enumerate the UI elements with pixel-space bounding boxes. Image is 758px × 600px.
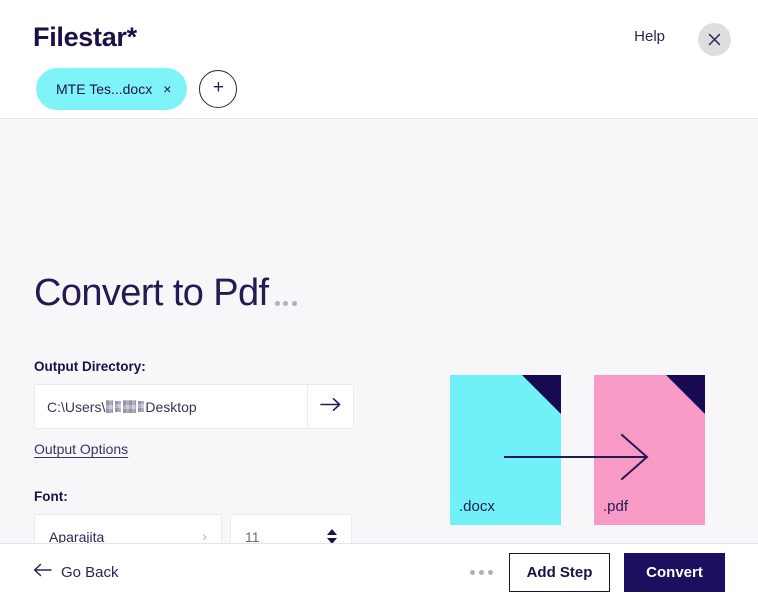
file-tabs-row: MTE Tes...docx × +: [36, 68, 238, 110]
page-title: Convert to Pdf: [34, 272, 269, 314]
file-tab-close-icon[interactable]: ×: [163, 82, 171, 96]
stepper-updown-icon[interactable]: [327, 529, 337, 544]
output-directory-path-prefix: C:\Users\: [47, 398, 106, 415]
conversion-illustration: .docx .pdf: [450, 375, 705, 525]
ellipsis-icon[interactable]: [470, 569, 493, 575]
add-step-button[interactable]: Add Step: [509, 552, 610, 592]
target-file-label: .pdf: [603, 498, 629, 515]
close-icon: [708, 33, 721, 46]
output-directory-path-suffix: Desktop: [145, 398, 197, 415]
stepper-up-arrow[interactable]: [327, 529, 337, 535]
output-options-link[interactable]: Output Options: [34, 441, 128, 457]
folded-corner-icon: [666, 375, 705, 414]
app-brand-logo: Filestar*: [33, 22, 137, 52]
redacted-block: [115, 401, 122, 412]
window-close-button[interactable]: [698, 23, 731, 56]
redacted-block: [138, 401, 145, 412]
file-tab[interactable]: MTE Tes...docx ×: [36, 68, 188, 110]
output-directory-label: Output Directory:: [34, 359, 146, 374]
file-tab-label: MTE Tes...docx: [56, 81, 153, 97]
arrow-left-icon: [33, 563, 52, 581]
footer-actions: Add Step Convert: [470, 552, 725, 592]
app-footer: Go Back Add Step Convert: [0, 543, 758, 600]
go-back-label: Go Back: [61, 563, 119, 581]
output-directory-value[interactable]: C:\Users\ Desktop: [35, 385, 307, 428]
convert-button[interactable]: Convert: [624, 552, 725, 592]
output-directory-field[interactable]: C:\Users\ Desktop: [34, 384, 354, 429]
app-header: Filestar* Help MTE Tes...docx × +: [0, 0, 758, 119]
add-file-button[interactable]: +: [199, 70, 238, 108]
ellipsis-icon[interactable]: [274, 301, 297, 312]
redacted-block: [123, 400, 137, 413]
redacted-block: [106, 400, 114, 413]
main-content: Convert to Pdf Output Directory: C:\User…: [0, 119, 758, 600]
filestar-app-window: Filestar* Help MTE Tes...docx × + Conver…: [0, 0, 758, 600]
chevron-right-icon: ›: [202, 528, 207, 545]
font-label: Font:: [34, 489, 68, 504]
folded-corner-icon: [522, 375, 561, 414]
conversion-arrow-icon: [504, 433, 649, 481]
output-directory-go-button[interactable]: [307, 385, 353, 428]
help-link[interactable]: Help: [634, 29, 665, 44]
arrow-right-icon: [319, 397, 342, 417]
go-back-button[interactable]: Go Back: [33, 563, 119, 581]
page-title-group: Convert to Pdf: [34, 274, 297, 312]
source-file-label: .docx: [459, 498, 495, 515]
